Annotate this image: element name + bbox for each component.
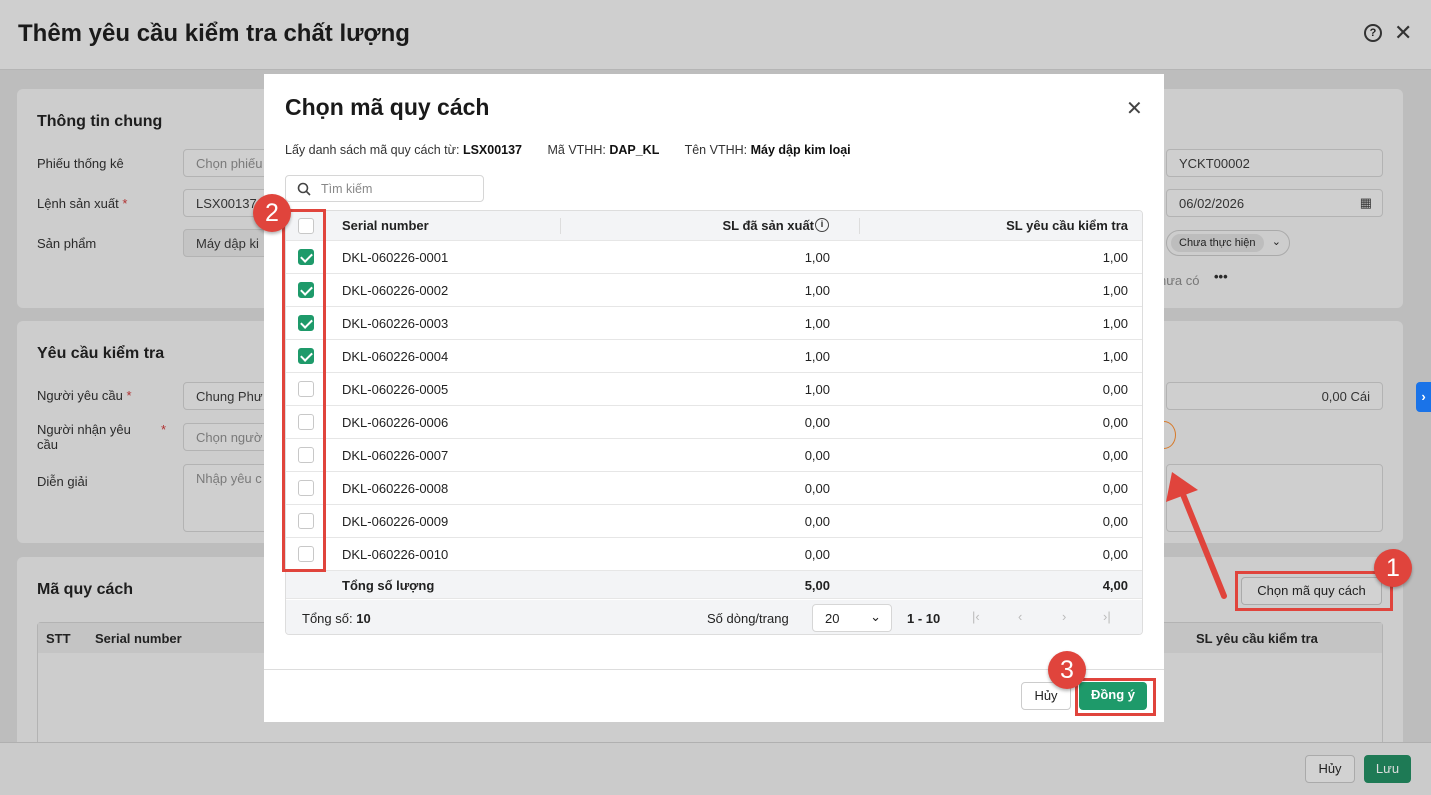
annotation-badge-3: 3 — [1048, 651, 1086, 689]
annotation-arrow — [1166, 472, 1227, 599]
annotation-badge-1: 1 — [1374, 549, 1412, 587]
annotation-badge-2: 2 — [253, 194, 291, 232]
